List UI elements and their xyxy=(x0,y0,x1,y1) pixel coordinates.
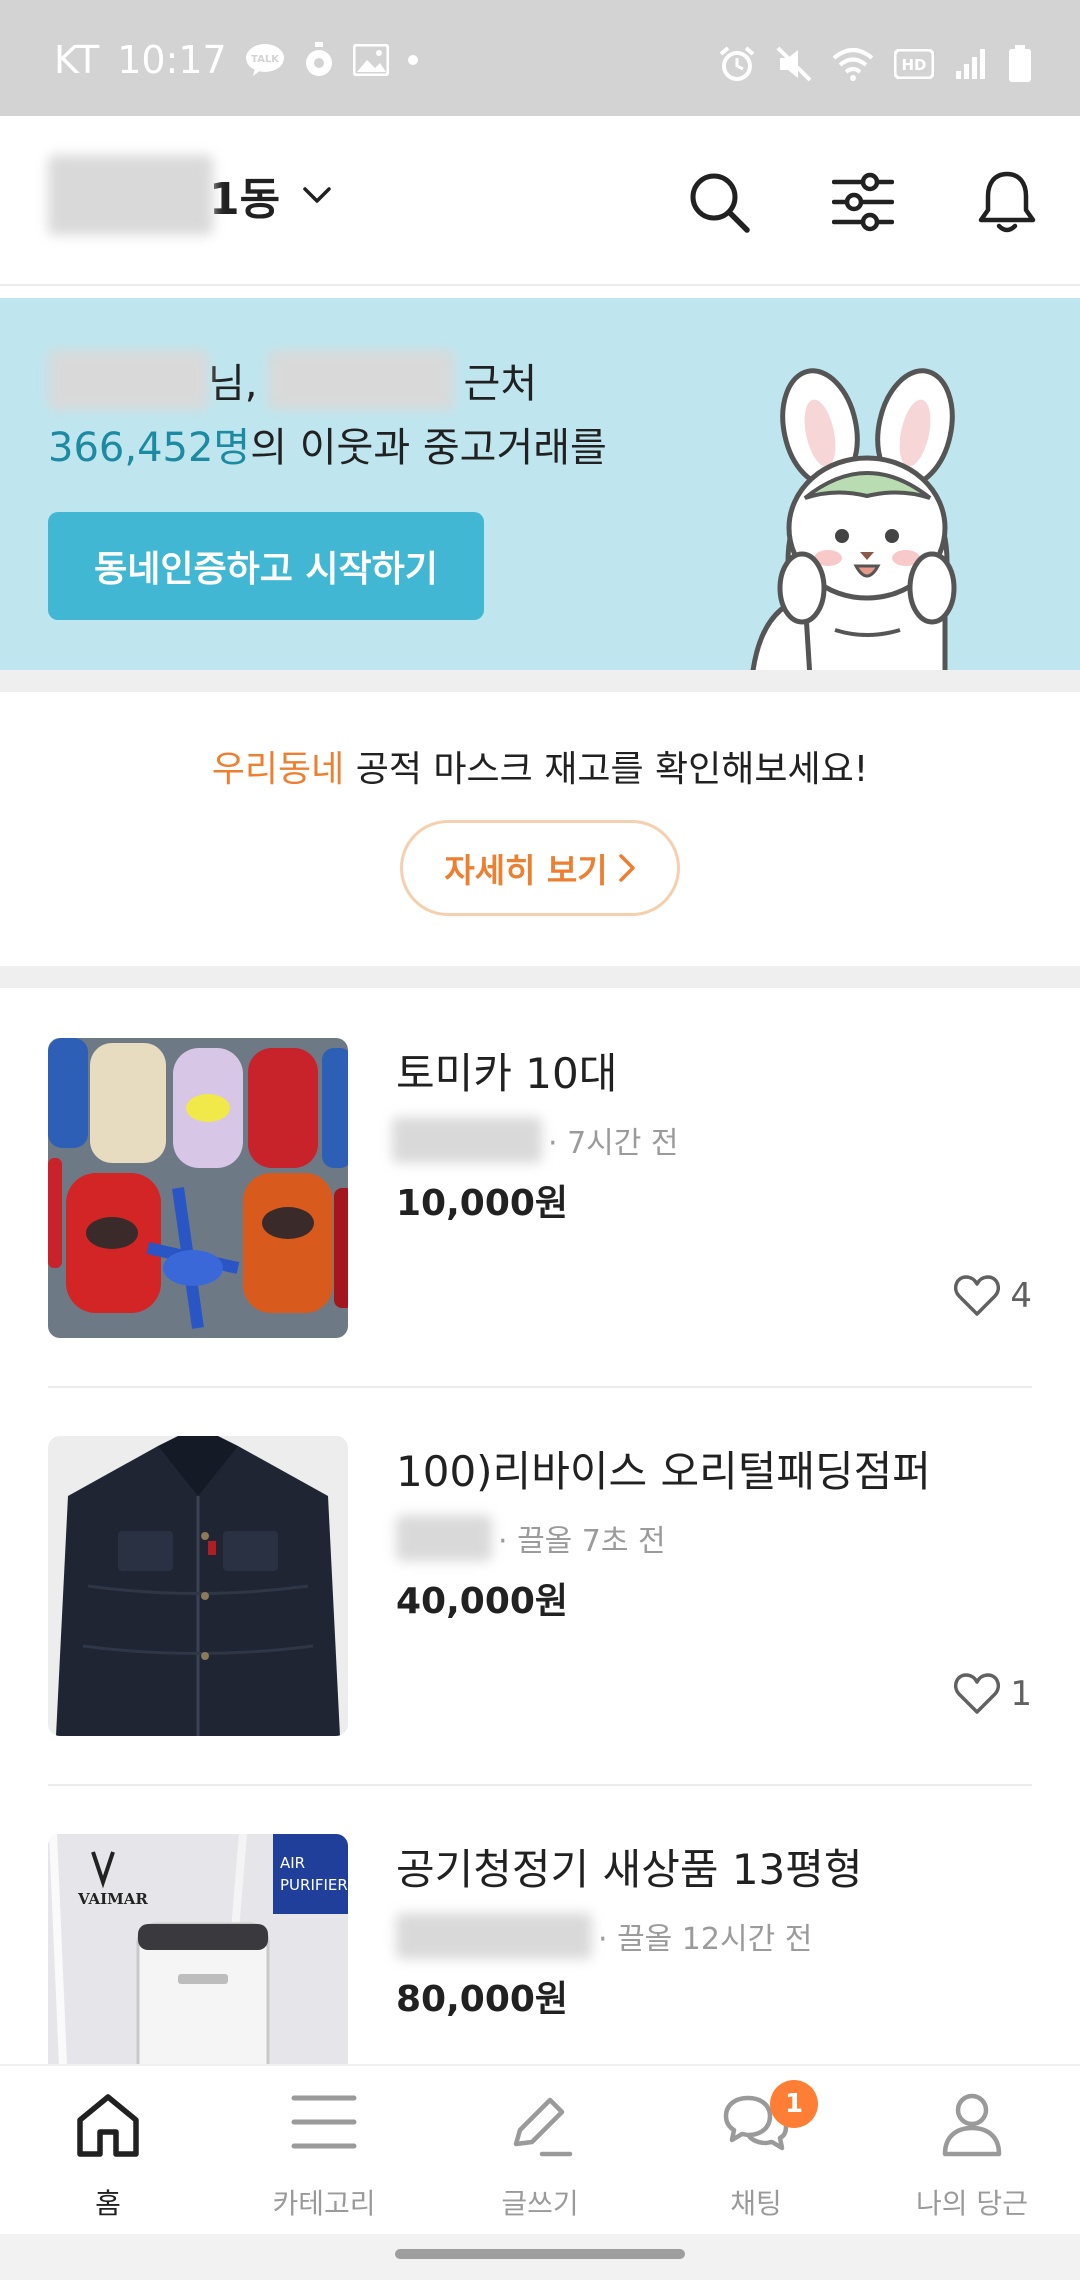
bottom-navigation: 홈 카테고리 글쓰기 1 채팅 나의 당근 xyxy=(0,2064,1080,2234)
view-details-button[interactable]: 자세히 보기 xyxy=(400,820,680,916)
heart-icon xyxy=(954,1275,1001,1316)
area-name-redacted xyxy=(267,350,454,410)
product-meta: · 끌올 7초 전 xyxy=(396,1514,666,1562)
location-selector[interactable]: 1동 xyxy=(48,150,332,240)
pencil-icon xyxy=(513,2097,573,2157)
product-title: 토미카 10대 xyxy=(396,1049,618,1098)
product-price: 40,000원 xyxy=(396,1581,569,1622)
mask-notice-body: 공적 마스크 재고를 확인해보세요! xyxy=(344,749,869,790)
box-text-purifier: PURIFIER xyxy=(280,1876,348,1894)
alarm-icon xyxy=(719,46,755,81)
like-count: 1 xyxy=(954,1670,1032,1718)
status-left: KT 10:17 TALK xyxy=(54,38,419,82)
product-thumbnail-toy-cars xyxy=(48,1038,348,1338)
location-name-redacted xyxy=(48,155,213,235)
nav-tab-home[interactable]: 홈 xyxy=(0,2066,216,2236)
bell-icon xyxy=(978,171,1036,233)
filter-button[interactable] xyxy=(827,166,899,238)
wifi-icon xyxy=(832,48,874,81)
list-divider xyxy=(48,1784,1032,1786)
nav-tab-write[interactable]: 글쓰기 xyxy=(432,2066,648,2236)
like-count-value: 4 xyxy=(1010,1276,1032,1316)
notification-button[interactable] xyxy=(971,166,1043,238)
nav-tab-my-carrot[interactable]: 나의 당근 xyxy=(864,2066,1080,2236)
banner-line-2: 366,452명 의 이웃과 중고거래를 xyxy=(48,414,607,474)
app-header: 1동 xyxy=(0,116,1080,286)
chevron-right-icon xyxy=(618,854,635,882)
box-text-air: AIR xyxy=(280,1854,305,1872)
location-label: 1동 xyxy=(209,174,281,225)
chevron-down-icon xyxy=(303,187,331,203)
home-icon xyxy=(77,2094,139,2157)
nav-tab-chat[interactable]: 1 채팅 xyxy=(648,2066,864,2236)
gesture-bar-area xyxy=(0,2234,1080,2280)
nav-label-category: 카테고리 xyxy=(272,2187,376,2220)
product-meta: · 끌올 12시간 전 xyxy=(396,1912,812,1960)
product-title: 공기청정기 새상품 13평형 xyxy=(396,1845,863,1894)
banner-line1-suffix: 님, xyxy=(208,361,258,407)
banner-near-label: 근처 xyxy=(463,361,538,407)
onboarding-banner: 님, 근처 366,452명 의 이웃과 중고거래를 동네인증하고 시작하기 xyxy=(0,298,1080,670)
signal-icon xyxy=(956,49,985,79)
hd-icon-label: HD xyxy=(901,56,926,74)
neighbor-count: 366,452명 xyxy=(48,425,251,471)
gallery-icon xyxy=(352,44,389,76)
status-time: 10:17 xyxy=(117,38,227,82)
box-brand: VAIMAR xyxy=(77,1890,148,1908)
product-list-item[interactable]: 100)리바이스 오리털패딩점퍼 · 끌올 7초 전 40,000원 1 xyxy=(48,1390,1032,1788)
filter-sliders-icon xyxy=(832,172,894,232)
product-price: 10,000원 xyxy=(396,1183,569,1224)
product-time: · 끌올 12시간 전 xyxy=(598,1922,813,1957)
nav-label-home: 홈 xyxy=(95,2187,121,2220)
mute-icon xyxy=(776,46,812,82)
nav-label-chat: 채팅 xyxy=(730,2187,782,2220)
product-thumbnail-jacket xyxy=(48,1436,348,1736)
kakaotalk-icon-label: TALK xyxy=(251,54,280,65)
search-icon xyxy=(690,173,750,233)
menu-lines-icon xyxy=(291,2095,357,2149)
banner-line-1: 님, 근처 xyxy=(48,350,537,410)
seller-location-redacted xyxy=(392,1117,542,1163)
mask-notice-highlight: 우리동네 xyxy=(211,749,345,790)
seller-location-redacted xyxy=(396,1913,592,1959)
user-name-redacted xyxy=(48,350,208,410)
hd-icon: HD xyxy=(894,49,934,79)
stopwatch-icon xyxy=(305,42,332,76)
like-count-value: 1 xyxy=(1010,1674,1032,1714)
product-time: · 끌올 7초 전 xyxy=(498,1524,666,1559)
chat-unread-badge: 1 xyxy=(770,2080,818,2128)
seller-location-redacted xyxy=(396,1515,492,1561)
product-title: 100)리바이스 오리털패딩점퍼 xyxy=(396,1447,931,1496)
dot-icon xyxy=(407,55,418,65)
product-price: 80,000원 xyxy=(396,1979,569,2020)
battery-icon xyxy=(1009,45,1031,82)
search-button[interactable] xyxy=(683,166,755,238)
bunny-mascot-illustration xyxy=(750,368,957,670)
mask-notice-text: 우리동네 공적 마스크 재고를 확인해보세요! xyxy=(0,740,1080,792)
nav-tab-category[interactable]: 카테고리 xyxy=(216,2066,432,2236)
list-divider xyxy=(48,1386,1032,1388)
person-icon xyxy=(942,2093,1002,2157)
section-separator xyxy=(0,966,1080,988)
status-bar: KT 10:17 TALK HD xyxy=(0,0,1080,116)
like-count: 4 xyxy=(954,1272,1032,1320)
product-meta: · 7시간 전 xyxy=(392,1116,679,1164)
kakaotalk-icon: TALK xyxy=(245,44,284,76)
status-carrier: KT xyxy=(54,38,100,82)
status-right: HD xyxy=(718,44,1032,84)
view-details-label: 자세히 보기 xyxy=(444,851,608,890)
banner-line2-text: 의 이웃과 중고거래를 xyxy=(250,425,607,471)
heart-icon xyxy=(954,1673,1001,1714)
verify-neighborhood-button[interactable]: 동네인증하고 시작하기 xyxy=(48,512,484,620)
nav-label-my-carrot: 나의 당근 xyxy=(916,2187,1028,2220)
nav-label-write: 글쓰기 xyxy=(501,2187,579,2220)
product-list-item[interactable]: 토미카 10대 · 7시간 전 10,000원 4 xyxy=(48,992,1032,1390)
product-time: · 7시간 전 xyxy=(548,1126,679,1161)
home-gesture-handle[interactable] xyxy=(395,2249,685,2259)
section-separator xyxy=(0,670,1080,692)
